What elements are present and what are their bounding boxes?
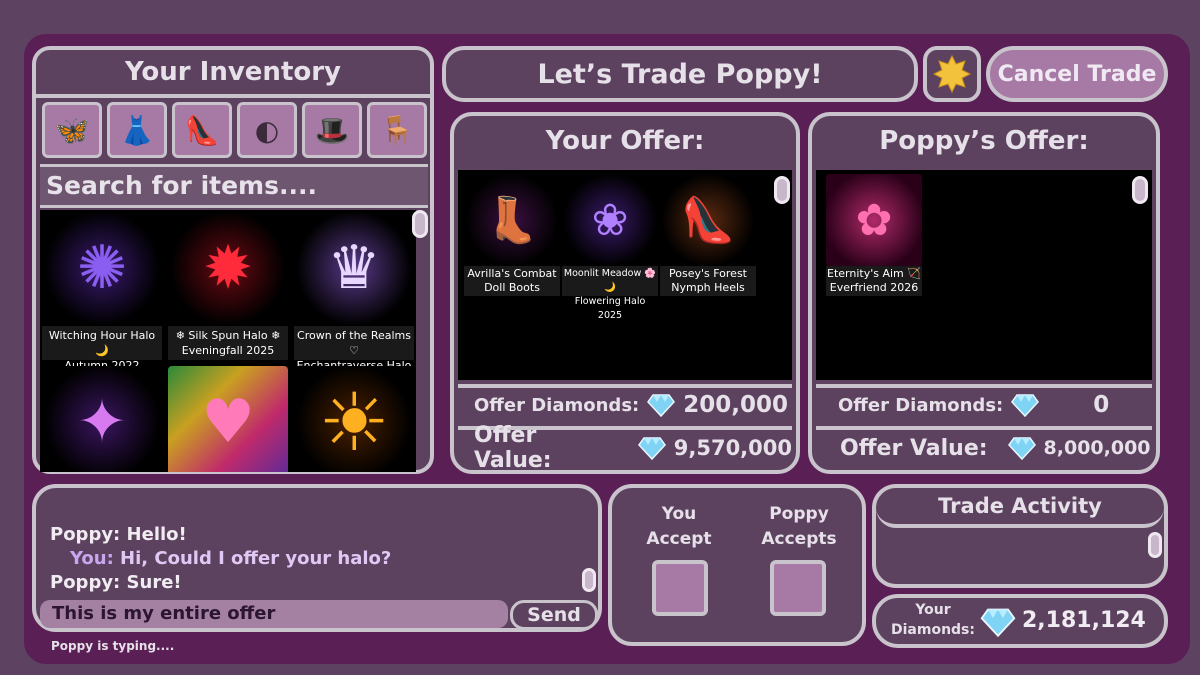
trade-title: Let’s Trade Poppy! — [442, 46, 918, 102]
wallet-diamonds-value: 2,181,124 — [1022, 608, 1146, 633]
crown-icon: ♛ — [294, 212, 414, 324]
poppy-offer-panel: Poppy’s Offer: ✿ Eternity's Aim 🏹 Everfri… — [808, 112, 1160, 474]
inventory-item[interactable]: ♛ Crown of the Realms ♡Enchantraverse Ha… — [294, 212, 414, 372]
dress-icon: 👗 — [119, 113, 155, 147]
inventory-panel: Your Inventory 🦋 👗 👠 ◐ 🎩 🪑 Search for it… — [32, 46, 434, 474]
your-offer-grid: 👢 Avrilla's Combat Doll Boots ❀ Moonlit M… — [458, 170, 792, 380]
you-accept-label: You Accept — [646, 504, 712, 549]
item-caption: Avrilla's Combat Doll Boots — [464, 266, 560, 296]
category-tabs: 🦋 👗 👠 ◐ 🎩 🪑 — [42, 102, 428, 160]
halo-icon: ❀ — [562, 174, 658, 266]
diamond-icon — [637, 436, 666, 461]
halo-icon: ✦ — [42, 366, 162, 472]
diamond-icon — [1007, 436, 1036, 461]
accept-panel: You Accept Poppy Accepts — [608, 484, 866, 646]
offer-value-label: Offer Value: — [840, 435, 988, 461]
offer-value-label: Offer Value: — [474, 423, 552, 473]
sun-icon — [932, 54, 972, 94]
poppy-offer-diamonds-row: Offer Diamonds: 0 — [816, 384, 1152, 422]
offer-item[interactable]: 👠 Posey's Forest Nymph Heels — [660, 174, 756, 296]
category-hair-tab[interactable]: ◐ — [237, 102, 297, 158]
heels-icon: 👠 — [184, 113, 220, 147]
inventory-item[interactable]: ✦ — [42, 366, 162, 472]
offer-diamonds-label: Offer Diamonds: — [838, 394, 1004, 416]
diamond-icon — [980, 607, 1016, 641]
category-wings-tab[interactable]: 🦋 — [42, 102, 102, 158]
your-offer-panel: Your Offer: 👢 Avrilla's Combat Doll Boots… — [450, 112, 800, 474]
your-offer-title: Your Offer: — [545, 126, 705, 156]
inventory-scrollbar[interactable] — [412, 210, 428, 238]
category-dresses-tab[interactable]: 👗 — [107, 102, 167, 158]
your-offer-diamonds-row: Offer Diamonds: 200,000 — [458, 384, 792, 422]
offer-value-value: 8,000,000 — [1043, 437, 1151, 459]
accessories-icon: 🎩 — [314, 113, 350, 147]
poppy-offer-scrollbar[interactable] — [1132, 176, 1148, 204]
bow-halo-icon: ✿ — [826, 174, 922, 266]
typing-status: Poppy is typing.... — [51, 639, 175, 653]
chat-panel: Poppy: Hello! You: Hi, Could I offer you… — [32, 484, 602, 632]
diamond-icon — [647, 393, 676, 418]
offer-diamonds-value: 200,000 — [683, 392, 788, 418]
item-caption: Crown of the Realms ♡Enchantraverse Halo — [294, 326, 414, 372]
chat-scrollbar[interactable] — [582, 568, 596, 592]
poppy-offer-value-row: Offer Value: 8,000,000 — [816, 426, 1152, 466]
send-button[interactable]: Send — [510, 600, 598, 630]
poppy-offer-title: Poppy’s Offer: — [879, 126, 1089, 156]
offer-item[interactable]: ❀ Moonlit Meadow 🌸🌙 Flowering Halo 2025 — [562, 174, 658, 321]
sun-button[interactable] — [923, 46, 981, 102]
activity-scrollbar[interactable] — [1148, 532, 1162, 558]
sun-halo-icon: ☀ — [294, 366, 414, 472]
diamond-icon — [1011, 393, 1040, 418]
inventory-grid: ✺ Witching Hour Halo🌙Autumn 2022 ✹ ❄ Sil… — [40, 210, 416, 472]
halo-icon: ✹ — [168, 212, 288, 324]
item-caption: ❄ Silk Spun Halo ❄ Eveningfall 2025 — [168, 326, 288, 360]
item-caption: Posey's Forest Nymph Heels — [660, 266, 756, 296]
inventory-title: Your Inventory — [36, 50, 430, 98]
boots-icon: 👢 — [464, 174, 560, 266]
search-input[interactable]: Search for items.... — [40, 164, 428, 208]
category-accessories-tab[interactable]: 🎩 — [302, 102, 362, 158]
trade-activity-panel: Trade Activity — [872, 484, 1168, 588]
butterfly-wings-icon: 🦋 — [54, 113, 90, 147]
offer-value-value: 9,570,000 — [673, 436, 792, 460]
cancel-trade-button[interactable]: Cancel Trade — [986, 46, 1168, 102]
offer-diamonds-value: 0 — [1093, 392, 1110, 418]
offer-diamonds-label: Offer Diamonds: — [474, 394, 640, 416]
item-caption: Witching Hour Halo🌙Autumn 2022 — [42, 326, 162, 372]
poppy-accepts-label: Poppy Accepts — [761, 504, 837, 549]
your-offer-scrollbar[interactable] — [774, 176, 790, 204]
wallet-panel: Your Diamonds: 2,181,124 — [872, 594, 1168, 648]
category-furniture-tab[interactable]: 🪑 — [367, 102, 427, 158]
inventory-item[interactable]: ✹ ❄ Silk Spun Halo ❄ Eveningfall 2025 — [168, 212, 288, 360]
hair-icon: ◐ — [254, 113, 280, 147]
offer-item[interactable]: ✿ Eternity's Aim 🏹 Everfriend 2026 — [826, 174, 922, 296]
wallet-label: Your Diamonds: — [891, 602, 975, 638]
poppy-accepts-checkbox — [770, 560, 826, 616]
halo-icon: ✺ — [42, 212, 162, 324]
halo-icon: ♥ — [168, 366, 288, 472]
item-caption: Eternity's Aim 🏹 Everfriend 2026 — [826, 266, 922, 296]
you-accept-checkbox[interactable] — [652, 560, 708, 616]
category-shoes-tab[interactable]: 👠 — [172, 102, 232, 158]
trade-activity-title: Trade Activity — [876, 488, 1164, 528]
chat-input[interactable]: This is my entire offer — [40, 600, 508, 628]
furniture-icon: 🪑 — [379, 113, 415, 147]
chat-message: Poppy: Sure! — [50, 572, 182, 593]
inventory-item[interactable]: ✺ Witching Hour Halo🌙Autumn 2022 — [42, 212, 162, 372]
chat-message: You: Hi, Could I offer your halo? — [70, 548, 392, 569]
offer-item[interactable]: 👢 Avrilla's Combat Doll Boots — [464, 174, 560, 296]
poppy-offer-grid: ✿ Eternity's Aim 🏹 Everfriend 2026 — [816, 170, 1152, 380]
heels-icon: 👠 — [660, 174, 756, 266]
item-caption: Moonlit Meadow 🌸🌙 Flowering Halo 2025 — [562, 266, 658, 321]
your-offer-value-row: Offer Value: 9,570,000 — [458, 423, 792, 473]
chat-message: Poppy: Hello! — [50, 524, 187, 545]
inventory-item[interactable]: ☀ — [294, 366, 414, 472]
inventory-item[interactable]: ♥ — [168, 366, 288, 472]
